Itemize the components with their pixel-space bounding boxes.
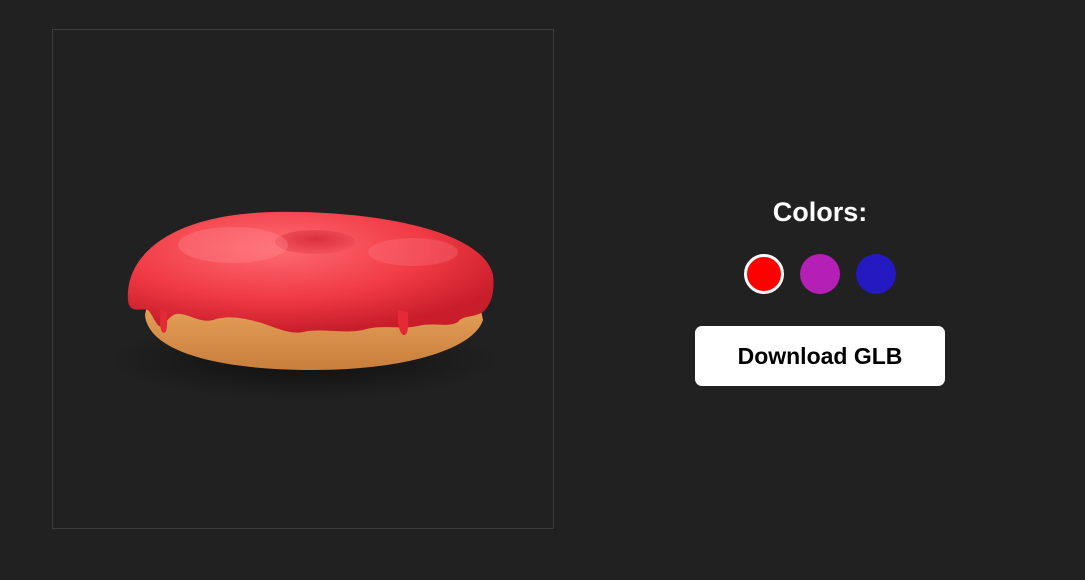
swatch-red[interactable] bbox=[744, 254, 784, 294]
color-swatches bbox=[744, 254, 896, 294]
donut-icon bbox=[110, 211, 500, 400]
model-viewer[interactable] bbox=[52, 29, 554, 529]
swatch-purple[interactable] bbox=[800, 254, 840, 294]
download-glb-button[interactable]: Download GLB bbox=[695, 326, 945, 386]
colors-heading: Colors: bbox=[772, 197, 868, 227]
swatch-blue[interactable] bbox=[856, 254, 896, 294]
color-panel: Colors: Download GLB bbox=[695, 196, 945, 386]
